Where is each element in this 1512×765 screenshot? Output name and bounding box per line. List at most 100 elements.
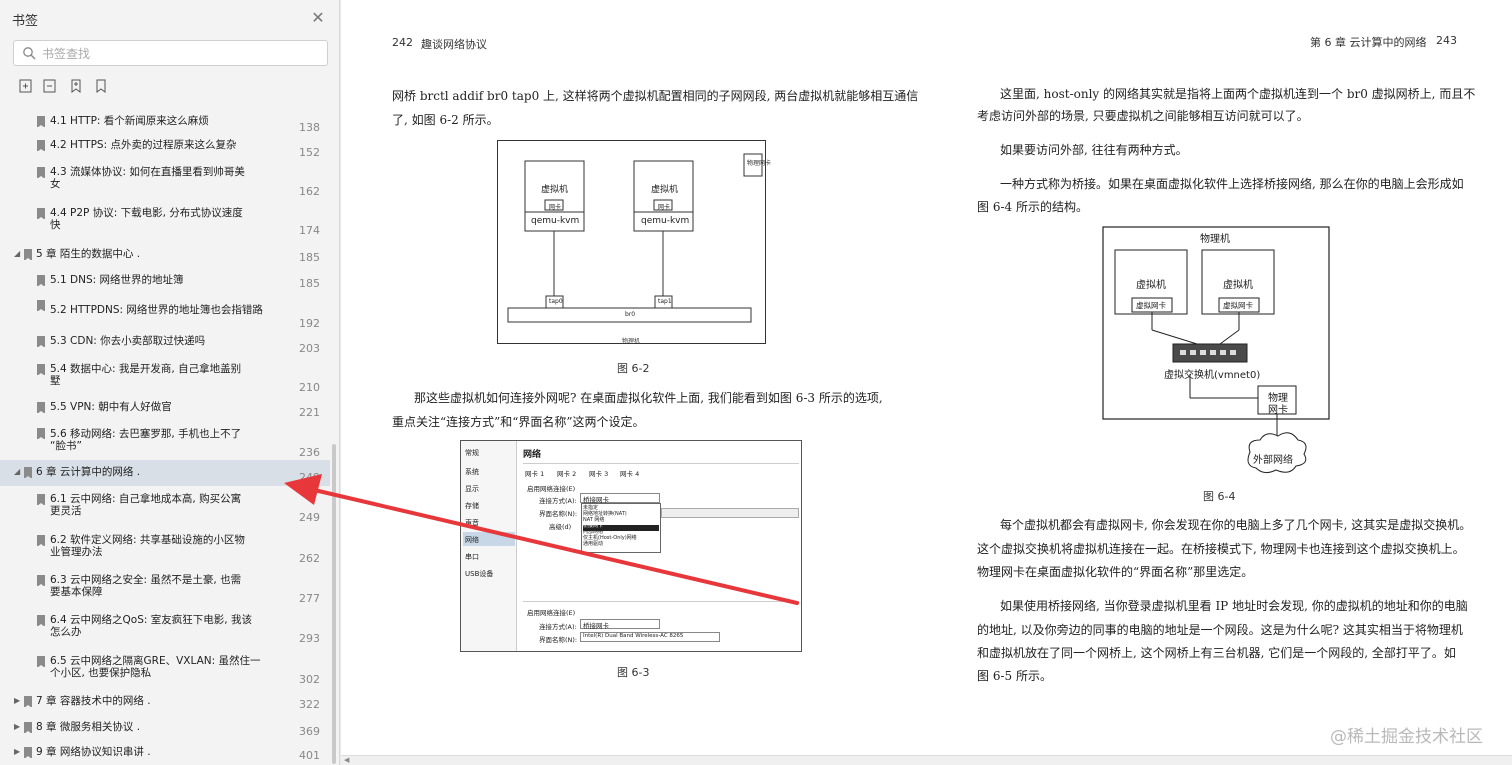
bookmark-flag-icon [37,535,45,547]
enable-network: 启用网络连接(E) [527,485,576,493]
bookmark-chapter-5[interactable]: ◢ 5 章 陌生的数据中心 . 185 [0,242,330,268]
menu-storage: 存储 [465,502,479,510]
bookmark-item-4-1[interactable]: 4.1 HTTP: 看个新闻原来这么麻烦 138 [0,108,330,134]
tab-nic2: 网卡 2 [557,470,577,478]
menu-audio: 声音 [465,519,479,527]
dialog-title: 网络 [523,450,542,460]
iface-label: 界面名称(N): [539,510,578,518]
right-p2: 如果要访问外部, 往往有两种方式。 [1000,143,1188,157]
scroll-left-icon[interactable]: ◀ [344,756,349,764]
bookmark-item-5-1[interactable]: 5.1 DNS: 网络世界的地址簿 185 [0,268,330,294]
bookmark-flag-icon [37,402,45,414]
bookmark-search-input[interactable] [42,44,322,64]
bookmark-chapter-9[interactable]: ▶ 9 章 网络协议知识串讲 . 401 [0,741,330,765]
right-p1-line2: 考虑访问外部的场景, 只要虚拟机之间能够相互访问就可以了。 [977,109,1309,123]
expand-triangle-icon[interactable]: ◢ [14,249,20,258]
caption-6-3: 图 6-3 [617,666,650,679]
bookmark-item-5-2[interactable]: 5.2 HTTPDNS: 网络世界的地址簿也会指错路 192 [0,296,330,330]
bookmark-flag-icon [37,656,45,668]
menu-display: 显示 [465,485,479,493]
collapsed-triangle-icon[interactable]: ▶ [14,722,20,731]
bookmark-flag-icon [37,428,45,440]
bookmark-item-4-3[interactable]: 4.3 流媒体协议: 如何在直播里看到帅哥美 女 162 [0,160,330,198]
expand-all-icon[interactable] [18,78,34,94]
tab-nic3: 网卡 3 [589,470,609,478]
right-p4-line2: 这个虚拟交换机将虚拟机连接在一起。在桥接模式下, 物理网卡也连接到这个虚拟交换机… [977,542,1465,556]
conn-label: 连接方式(A): [539,497,577,505]
fig4-pnic-2: 网卡 [1268,405,1288,416]
bookmark-flag-icon [37,208,45,220]
bookmark-item-5-6[interactable]: 5.6 移动网络: 去巴塞罗那, 手机也上不了 “脸书” 236 [0,424,330,460]
right-p1-line1: 这里面, host-only 的网络其实就是指将上面两个虚拟机连到一个 br0 … [1000,87,1476,101]
caption-6-4: 图 6-4 [1203,490,1236,503]
pdf-reader-window: 书签 ✕ 书签查找 4.1 HTTP: 看个新闻原来这么麻烦 138 4.2 H… [0,0,1512,765]
bookmark-flag-icon [37,167,45,179]
bookmark-item-6-4[interactable]: 6.4 云中网络之QoS: 室友疯狂下电影, 我该 怎么办 293 [0,610,330,648]
left-para1-line1: 网桥 brctl addif br0 tap0 上, 这样将两个虚拟机配置相同的… [392,89,919,103]
bookmark-item-6-1[interactable]: 6.1 云中网络: 自己拿地成本高, 购买公寓 更灵活 249 [0,489,330,527]
sidebar-scroll-thumb[interactable] [332,444,336,764]
bookmark-item-4-4[interactable]: 4.4 P2P 协议: 下载电影, 分布式协议速度 快 174 [0,201,330,239]
bookmark-chapter-6[interactable]: ◢ 6 章 云计算中的网络 . 249 [0,460,330,486]
settings-menu: 常规 系统 显示 存储 声音 网络 串口 USB设备 [461,441,517,651]
bookmark-icon[interactable] [93,78,109,94]
bookmark-chapter-7[interactable]: ▶ 7 章 容器技术中的网络 . 322 [0,689,330,715]
add-bookmark-icon[interactable] [68,78,84,94]
bookmark-item-5-5[interactable]: 5.5 VPN: 朝中有人好做官 221 [0,398,330,422]
bookmark-item-6-2[interactable]: 6.2 软件定义网络: 共享基础设施的小区物 业管理办法 262 [0,530,330,568]
sidebar-header: 书签 ✕ [0,0,340,36]
sidebar-title: 书签 [12,14,39,29]
bookmark-flag-icon [24,467,32,479]
sidebar-scrollbar[interactable] [331,106,337,765]
bookmark-flag-icon [24,722,32,734]
bookmark-flag-icon [37,336,45,348]
horizontal-scrollbar[interactable]: ◀ [341,755,1512,765]
bookmark-item-5-3[interactable]: 5.3 CDN: 你去小卖部取过快递吗 203 [0,332,330,358]
right-p5-line1: 如果使用桥接网络, 当你登录虚拟机里看 IP 地址时会发现, 你的虚拟机的地址和… [1000,599,1468,613]
bookmark-item-6-3[interactable]: 6.3 云中网络之安全: 虽然不是土豪, 也需 要基本保障 277 [0,570,330,608]
bookmark-item-6-5[interactable]: 6.5 云中网络之隔离GRE、VXLAN: 虽然住一 个小区, 也要保护隐私 3… [0,651,330,689]
caption-6-2: 图 6-2 [617,362,650,375]
fig4-host-label: 物理机 [1200,234,1230,245]
qemu-label-1: qemu-kvm [531,216,580,226]
bookmark-item-5-4[interactable]: 5.4 数据中心: 我是开发商, 自己拿地盖别 墅 210 [0,360,330,396]
left-para1-line2: 了, 如图 6-2 所示。 [392,113,499,127]
tab-nic1: 网卡 1 [525,470,545,478]
search-icon [23,47,36,60]
advanced-toggle: 高级(d) [549,523,572,531]
conn-select-2: 桥接网卡 [580,619,660,630]
opt-6: 通用驱动 [583,541,604,547]
conn-label-2: 连接方式(A): [539,623,577,631]
iface-select-2: Intel(R) Dual Band Wireless-AC 8265 [580,632,720,642]
collapsed-triangle-icon[interactable]: ▶ [14,696,20,705]
bookmark-sidebar: 书签 ✕ 书签查找 4.1 HTTP: 看个新闻原来这么麻烦 138 4.2 H… [0,0,340,765]
br0-label: br0 [625,311,636,318]
nic-label-2: 网卡 [658,204,671,211]
qemu-label-2: qemu-kvm [641,216,690,226]
bookmark-search-box[interactable] [13,40,328,66]
close-icon[interactable]: ✕ [309,9,327,27]
menu-general: 常规 [465,449,479,457]
collapsed-triangle-icon[interactable]: ▶ [14,747,20,756]
right-p4-line3: 物理网卡在桌面虚拟化软件的“界面名称”那里选定。 [977,565,1254,579]
fig4-external-label: 外部网络 [1253,455,1293,466]
left-para2-line1: 那这些虚拟机如何连接外网呢? 在桌面虚拟化软件上面, 我们能看到如图 6-3 所… [414,391,883,405]
iface-label-2: 界面名称(N): [539,636,578,644]
bookmark-flag-icon [37,494,45,506]
bookmark-chapter-8[interactable]: ▶ 8 章 微服务相关协议 . 369 [0,715,330,741]
collapse-all-icon[interactable] [42,78,58,94]
bookmark-flag-icon [24,747,32,759]
figure-6-3: 常规 系统 显示 存储 声音 网络 串口 USB设备 网络 网卡 1 网卡 2 … [460,440,802,652]
bookmark-flag-icon [37,116,45,128]
expand-triangle-icon[interactable]: ◢ [14,467,20,476]
right-p4-line1: 每个虚拟机都会有虚拟网卡, 你会发现在你的电脑上多了几个网卡, 这其实是虚拟交换… [1000,518,1472,532]
enable-network-2: 启用网络连接(E) [527,609,576,617]
phys-nic-label: 物理网卡 [747,160,772,167]
left-page-number: 242 [392,36,413,49]
fig4-switch-label: 虚拟交换机(vmnet0) [1164,370,1261,381]
fig4-vnic-1: 虚拟网卡 [1136,301,1166,310]
right-p5-line3: 和虚拟机放在了同一个网桥上, 这个网桥上有三台机器, 它们是一个网段的, 全部打… [977,646,1456,660]
right-page-running-title: 第 6 章 云计算中的网络 [1310,36,1427,49]
bookmark-item-4-2[interactable]: 4.2 HTTPS: 点外卖的过程原来这么复杂 152 [0,133,330,159]
right-p3-line2: 图 6-4 所示的结构。 [977,200,1088,214]
